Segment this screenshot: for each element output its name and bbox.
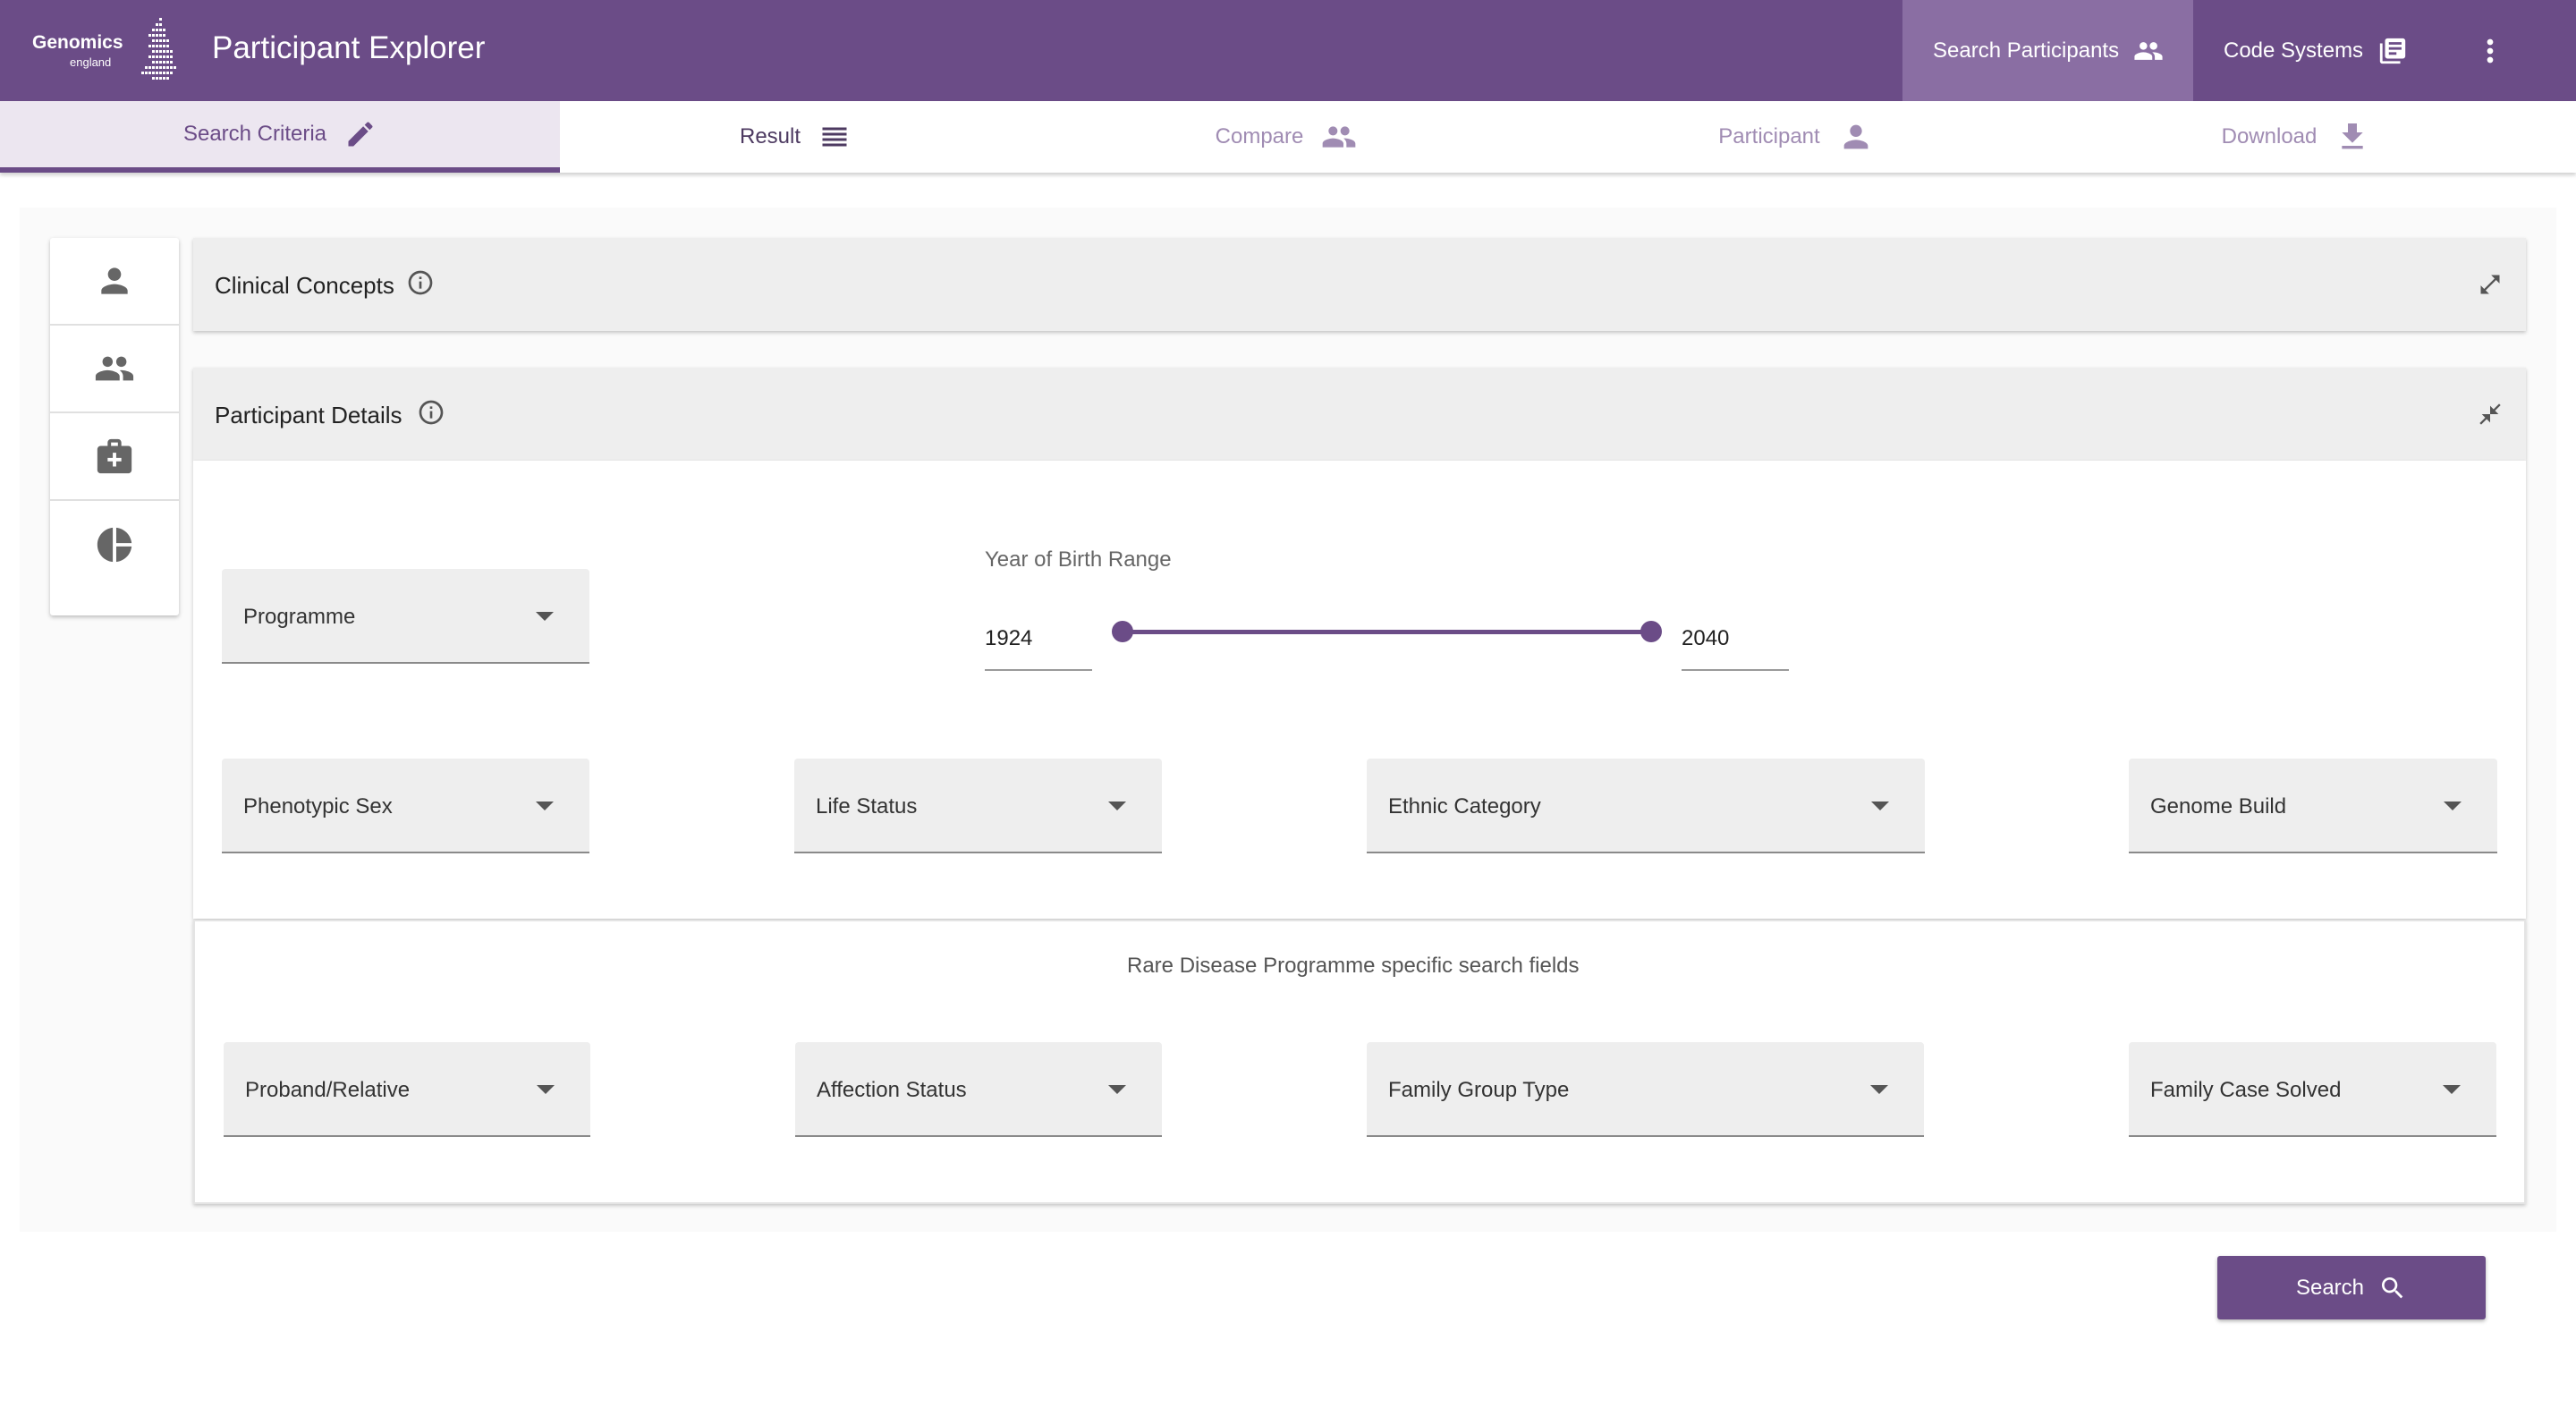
person-icon [1843,124,1868,149]
phenotypic-sex-select[interactable]: Phenotypic Sex [222,759,589,853]
sidenav-clinical[interactable] [50,413,179,501]
dropdown-arrow-icon [537,1085,555,1094]
person-icon [101,267,128,294]
app-title: Participant Explorer [212,30,486,65]
rare-disease-title: Rare Disease Programme specific search f… [1127,954,1580,978]
ethnic-category-select[interactable]: Ethnic Category [1367,759,1925,853]
programme-select[interactable]: Programme [222,569,589,664]
select-label: Genome Build [2150,794,2287,819]
select-label: Life Status [816,794,918,819]
logo-subtext: england [70,55,112,69]
search-participants-button[interactable]: Search Participants [1902,0,2193,101]
select-label: Phenotypic Sex [243,794,393,819]
dropdown-arrow-icon [1870,1085,1888,1094]
dropdown-arrow-icon [1871,802,1889,810]
expand-icon[interactable] [2478,272,2503,297]
list-icon [822,127,847,147]
info-icon[interactable] [417,398,445,427]
code-systems-label: Code Systems [2224,38,2364,63]
tab-label: Search Criteria [182,122,327,146]
tab-label: Compare [1215,124,1304,148]
proband-relative-select[interactable]: Proband/Relative [224,1042,590,1137]
tab-search-criteria[interactable]: Search Criteria [0,101,560,173]
step-tabs: Search Criteria Result Compare Participa… [0,101,2576,173]
life-status-select[interactable]: Life Status [794,759,1162,853]
dropdown-arrow-icon [536,612,554,621]
people-icon [2134,41,2163,60]
genome-build-select[interactable]: Genome Build [2129,759,2497,853]
library-books-icon [2379,38,2406,64]
search-icon [2382,1277,2403,1298]
genomics-england-logo[interactable]: Genomics england [27,14,179,88]
people-icon [1323,126,1356,148]
dropdown-arrow-icon [2444,802,2462,810]
logo-text: Genomics [32,32,123,53]
more-menu-button[interactable] [2472,0,2508,101]
logo-dots-icon [141,18,176,80]
year-of-birth-max-thumb[interactable] [1640,621,1662,642]
tab-label: Participant [1718,124,1820,148]
code-systems-button[interactable]: Code Systems [2224,0,2433,101]
family-group-type-select[interactable]: Family Group Type [1367,1042,1924,1137]
clinical-concepts-panel[interactable]: Clinical Concepts [193,238,2526,331]
select-label: Proband/Relative [245,1078,411,1102]
search-button-label: Search [2295,1275,2365,1300]
info-icon[interactable] [406,268,435,297]
dropdown-arrow-icon [2443,1085,2461,1094]
tab-result[interactable]: Result [515,101,1075,173]
select-label: Affection Status [817,1078,967,1102]
medical-bag-icon [97,438,132,474]
dropdown-arrow-icon [1108,1085,1126,1094]
tab-compare[interactable]: Compare [1006,101,1566,173]
sidenav-participant[interactable] [50,238,179,326]
year-of-birth-slider-track[interactable] [1122,630,1651,634]
year-of-birth-label: Year of Birth Range [985,547,1172,572]
people-icon [95,356,134,381]
collapse-icon[interactable] [2478,402,2503,427]
year-of-birth-max-input[interactable]: 2040 [1682,621,1789,671]
year-of-birth-min-input[interactable]: 1924 [985,621,1092,671]
tab-participant[interactable]: Participant [1516,101,2076,173]
select-label: Ethnic Category [1388,794,1541,819]
sidenav-family[interactable] [50,326,179,413]
year-of-birth-min-thumb[interactable] [1112,621,1133,642]
pencil-icon [348,122,373,147]
dropdown-arrow-icon [536,802,554,810]
download-icon [2342,123,2364,149]
tab-label: Result [739,124,801,148]
select-label: Family Group Type [1388,1078,1570,1102]
more-vert-icon [2487,38,2494,63]
select-label: Programme [243,605,356,629]
tab-label: Download [2221,124,2318,148]
search-button[interactable]: Search [2217,1256,2486,1319]
panel-title: Clinical Concepts [215,272,394,299]
affection-status-select[interactable]: Affection Status [795,1042,1162,1137]
family-case-solved-select[interactable]: Family Case Solved [2129,1042,2496,1137]
top-app-bar: Genomics england Participant Explorer Se… [0,0,2576,101]
sidenav-statistics[interactable] [50,501,179,589]
tab-download[interactable]: Download [2016,101,2576,173]
category-sidenav [50,238,179,615]
select-label: Family Case Solved [2150,1078,2342,1102]
participant-details-panel[interactable]: Participant Details [193,368,2526,461]
dropdown-arrow-icon [1108,802,1126,810]
pie-chart-icon [97,527,132,563]
panel-title: Participant Details [215,402,402,428]
search-participants-label: Search Participants [1933,38,2120,63]
